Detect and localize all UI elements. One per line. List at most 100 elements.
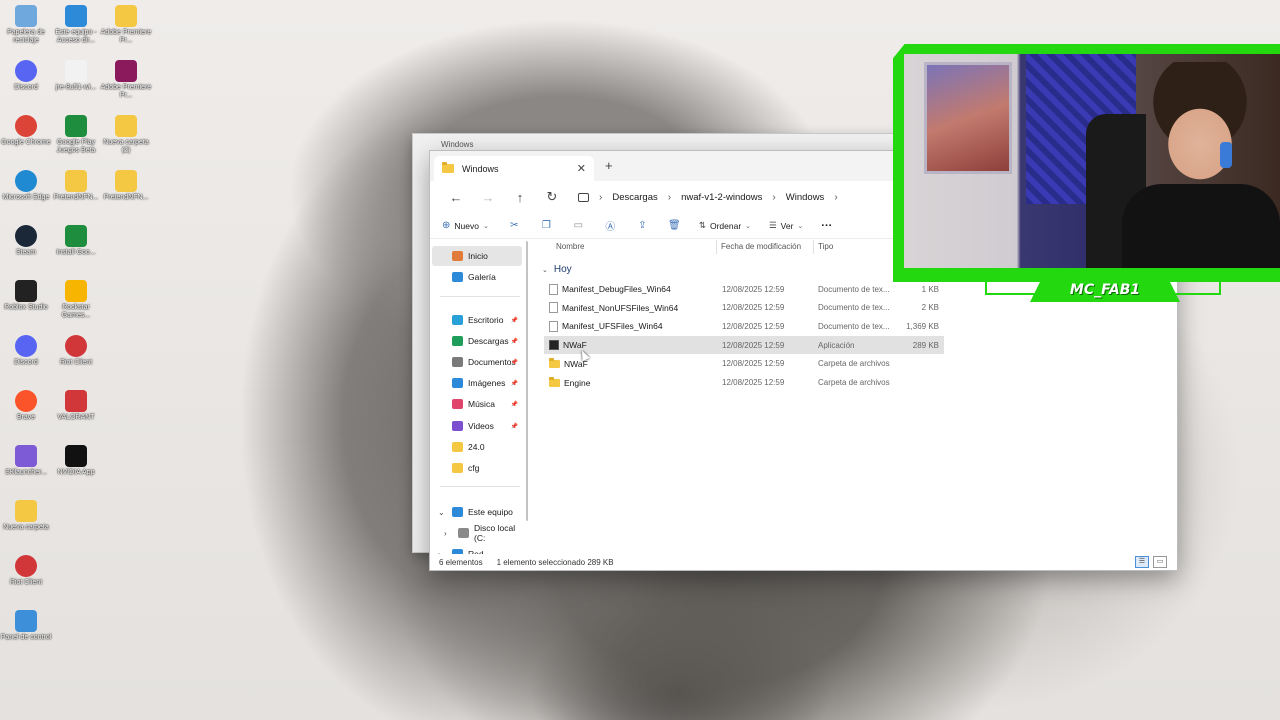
chevron-right-icon[interactable]: ›	[834, 192, 837, 203]
file-date: 12/08/2025 12:59	[722, 284, 785, 294]
view-button[interactable]: ☰ Ver ⌄	[769, 220, 803, 231]
sidebar-item[interactable]: Escritorio 📌	[432, 310, 522, 330]
chevron-right-icon[interactable]: ›	[444, 529, 447, 538]
documents-icon	[452, 357, 463, 367]
desktop-shortcut[interactable]: Microsoft Edge	[0, 170, 52, 202]
more-options-icon[interactable]: ···	[821, 220, 832, 232]
close-tab-icon[interactable]: ✕	[577, 162, 586, 175]
file-row[interactable]: Manifest_DebugFiles_Win64 12/08/2025 12:5…	[544, 280, 944, 298]
desktop-shortcut[interactable]: Brave	[0, 390, 52, 422]
navigation-pane: Inicio Galería Escritorio 📌 Descargas 📌 Docume…	[430, 241, 526, 554]
navigation-pane-scrollbar[interactable]	[526, 241, 528, 521]
desktop-shortcut[interactable]: Discord	[0, 335, 52, 367]
breadcrumb[interactable]: › Descargas › nwaf-v1-2-windows › Window…	[578, 192, 838, 203]
sidebar-item[interactable]: Imágenes 📌	[432, 373, 522, 393]
back-arrow-icon[interactable]: ←	[440, 190, 472, 205]
file-type: Documento de tex...	[818, 284, 890, 294]
sidebar-item-label: cfg	[468, 463, 480, 473]
group-header-today[interactable]: ⌄ Hoy	[542, 264, 572, 275]
desktop-shortcut[interactable]: Adobe Premiere Pr...	[100, 60, 152, 100]
file-row[interactable]: NWaF 12/08/2025 12:59 Aplicación 289 KB	[544, 336, 944, 355]
file-row[interactable]: Engine 12/08/2025 12:59 Carpeta de archivo…	[544, 374, 944, 392]
sidebar-item-label: Descargas	[468, 336, 509, 346]
desktop-shortcut[interactable]: Rockstar Games...	[50, 280, 102, 320]
desktop-shortcut-label: Riot Client	[59, 359, 93, 366]
refresh-icon[interactable]: ↻	[536, 189, 568, 205]
delete-icon[interactable]: 🗑	[667, 220, 682, 231]
desktop-shortcut[interactable]: Steam	[0, 225, 52, 257]
monitor-icon[interactable]	[578, 192, 589, 202]
up-arrow-icon[interactable]: ↑	[504, 190, 536, 205]
file-date: 12/08/2025 12:59	[722, 303, 785, 313]
copy-icon[interactable]: ❐	[539, 220, 554, 231]
desktop-shortcut[interactable]: PretendNFN...	[100, 170, 152, 202]
sidebar-item[interactable]: cfg	[432, 458, 522, 478]
file-row[interactable]: Manifest_NonUFSFiles_Win64 12/08/2025 12:…	[544, 299, 944, 317]
layout-toggle: ☰ ▭	[1135, 556, 1167, 568]
column-divider[interactable]	[716, 240, 717, 254]
sidebar-item[interactable]: › Red	[432, 544, 522, 554]
sidebar-item[interactable]: Documentos 📌	[432, 352, 522, 372]
pin-icon: 📌	[510, 317, 518, 324]
desktop-shortcut[interactable]: jre-8u51-wi...	[50, 60, 102, 92]
sidebar-item[interactable]: Inicio	[432, 246, 522, 266]
column-header-type[interactable]: Tipo	[818, 242, 833, 251]
desktop-shortcut[interactable]: Este equipo - Acceso dir...	[50, 5, 102, 45]
desktop-shortcut-label: Papelera de reciclaje	[7, 29, 45, 44]
valorant-icon	[65, 390, 87, 412]
chevron-down-icon: ⌄	[745, 222, 752, 230]
sidebar-item[interactable]: 24.0	[432, 437, 522, 457]
desktop-shortcut[interactable]: Adobe Premiere Pr...	[100, 5, 152, 45]
discord-icon	[15, 60, 37, 82]
sidebar-item[interactable]: Música 📌	[432, 394, 522, 414]
sidebar-item[interactable]: Videos 📌	[432, 416, 522, 436]
breadcrumb-windows[interactable]: Windows	[786, 192, 825, 203]
folder-icon	[549, 358, 560, 369]
desktop-shortcut[interactable]: PretendNFN...	[50, 170, 102, 202]
column-divider[interactable]	[813, 240, 814, 254]
desktop-shortcut[interactable]: Google Chrome	[0, 115, 52, 147]
sidebar-item[interactable]: Descargas 📌	[432, 331, 522, 351]
forward-arrow-icon[interactable]: →	[472, 190, 504, 205]
tab-windows[interactable]: Windows ✕	[434, 156, 594, 181]
desktop-shortcut[interactable]: Panel de control	[0, 610, 52, 642]
desktop-shortcut[interactable]: Install Goo...	[50, 225, 102, 257]
sidebar-item[interactable]: ⌄ Este equipo	[432, 502, 522, 522]
file-size: 1,369 KB	[906, 321, 939, 331]
sort-button[interactable]: ⇅ Ordenar ⌄	[699, 220, 751, 231]
file-date: 12/08/2025 12:59	[722, 340, 785, 350]
view-list-icon: ☰	[769, 220, 777, 230]
new-tab-button[interactable]: +	[605, 158, 613, 173]
desktop-shortcut[interactable]: Roblox Studio	[0, 280, 52, 312]
breadcrumb-descargas[interactable]: Descargas	[612, 192, 657, 203]
desktop-shortcut[interactable]: VALORANT	[50, 390, 102, 422]
desktop-shortcut[interactable]: Papelera de reciclaje	[0, 5, 52, 45]
desktop-shortcut[interactable]: Nueva carpeta (2)	[100, 115, 152, 155]
column-header-date[interactable]: Fecha de modificación	[721, 242, 801, 251]
paste-icon[interactable]: ▭	[571, 220, 586, 231]
desktop-shortcut[interactable]: Google Play Juegos Beta	[50, 115, 102, 155]
chevron-down-icon[interactable]: ⌄	[438, 508, 445, 517]
file-row[interactable]: Manifest_UFSFiles_Win64 12/08/2025 12:59 D…	[544, 317, 944, 335]
desktop-shortcut-label: PretendNFN...	[53, 194, 99, 201]
column-header-name[interactable]: Nombre	[556, 242, 584, 251]
tiles-view-icon[interactable]: ▭	[1153, 556, 1167, 568]
desktop-shortcut[interactable]: Nueva carpeta	[0, 500, 52, 532]
rename-icon[interactable]: Ⓐ	[603, 218, 618, 233]
details-view-icon[interactable]: ☰	[1135, 556, 1149, 568]
cut-icon[interactable]: ✂	[507, 220, 522, 231]
sidebar-item[interactable]: Galería	[432, 267, 522, 287]
recycle-bin-icon	[15, 5, 37, 27]
desktop-shortcut[interactable]: Riot Client	[50, 335, 102, 367]
sidebar-item-label: 24.0	[468, 442, 485, 452]
text-document-icon	[549, 302, 558, 314]
desktop-shortcut[interactable]: SKlauncher...	[0, 445, 52, 477]
new-button[interactable]: ⊕ Nuevo ⌄	[442, 220, 489, 231]
share-icon[interactable]: ⇪	[635, 220, 650, 231]
breadcrumb-nwaf[interactable]: nwaf-v1-2-windows	[681, 192, 762, 203]
file-row[interactable]: NWaF 12/08/2025 12:59 Carpeta de archivos	[544, 355, 944, 373]
sidebar-item[interactable]: › Disco local (C:	[432, 523, 522, 543]
desktop-shortcut[interactable]: NVIDIA App	[50, 445, 102, 477]
desktop-shortcut[interactable]: Discord	[0, 60, 52, 92]
desktop-shortcut[interactable]: Riot Client	[0, 555, 52, 587]
